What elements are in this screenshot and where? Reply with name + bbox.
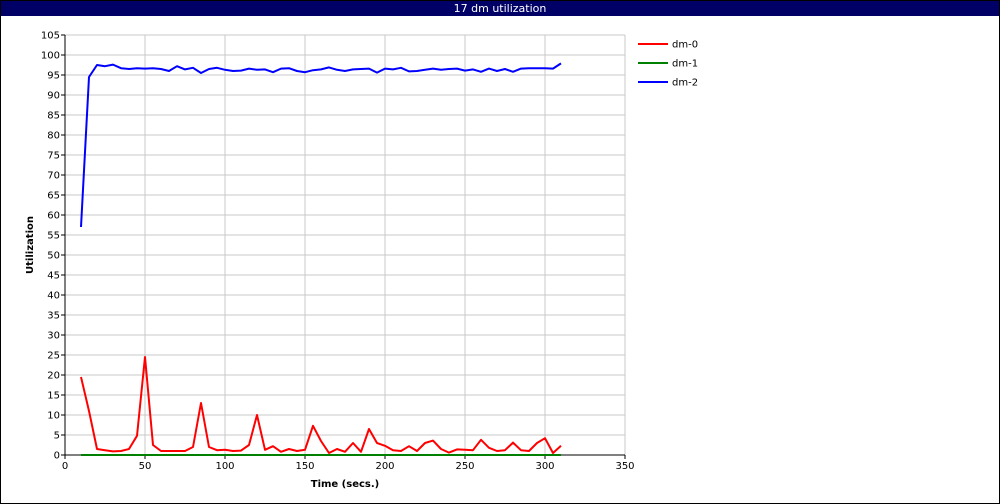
series-line-dm-2 [80,62,562,228]
y-tick-label: 100 [41,51,60,62]
legend-label-dm-0: dm-0 [672,40,698,51]
y-tick-label: 45 [47,271,60,282]
y-tick-label: 15 [47,391,60,402]
y-tick-label: 80 [47,131,60,142]
y-tick-label: 35 [47,311,60,322]
legend-label-dm-1: dm-1 [672,59,698,70]
y-tick-label: 25 [47,351,60,362]
x-tick-label: 50 [139,461,152,472]
y-tick-label: 85 [47,111,60,122]
y-tick-label: 0 [54,451,60,462]
y-tick-label: 50 [47,251,60,262]
y-tick-label: 30 [47,331,60,342]
x-tick-label: 300 [535,461,554,472]
y-tick-label: 90 [47,91,60,102]
y-tick-label: 10 [47,411,60,422]
y-tick-label: 75 [47,151,60,162]
tick-labels: 0 50 100 150 200 250 300 350 0 5 10 15 20 25 30 35 40 45 5… [41,31,635,473]
x-axis-label: Time (secs.) [311,479,380,490]
y-tick-label: 65 [47,191,60,202]
y-tick-label: 40 [47,291,60,302]
x-tick-label: 250 [455,461,474,472]
y-axis-label: Utilization [25,216,36,274]
y-tick-label: 70 [47,171,60,182]
x-tick-label: 150 [295,461,314,472]
x-tick-label: 350 [615,461,634,472]
series-line-dm-0 [80,356,562,454]
y-tick-label: 105 [41,31,60,42]
y-tick-label: 20 [47,371,60,382]
y-tick-label: 5 [54,431,60,442]
x-tick-label: 0 [62,461,68,472]
series-lines [80,62,562,456]
y-tick-label: 60 [47,211,60,222]
legend: dm-0 dm-1 dm-2 [638,40,698,89]
utilization-chart: 0 50 100 150 200 250 300 350 0 5 10 15 20 25 30 35 40 45 5… [25,31,698,491]
x-tick-label: 200 [375,461,394,472]
legend-label-dm-2: dm-2 [672,78,698,89]
y-tick-label: 95 [47,71,60,82]
x-tick-label: 100 [215,461,234,472]
y-tick-label: 55 [47,231,60,242]
